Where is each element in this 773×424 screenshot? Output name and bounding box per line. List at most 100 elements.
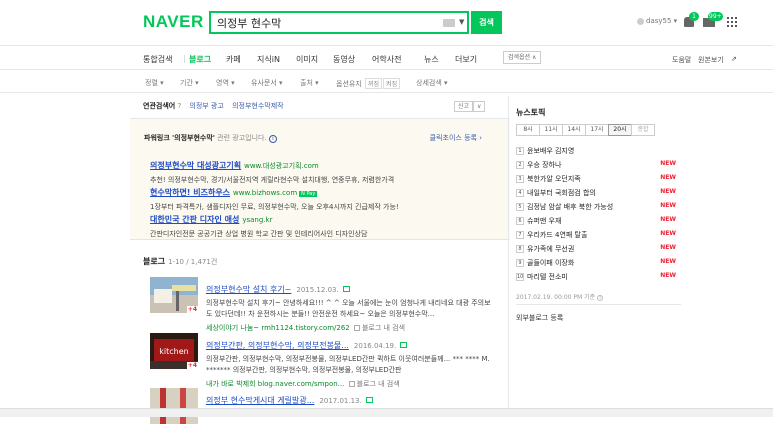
rank-item[interactable]: 10 마리텔 전소미 NEW: [516, 272, 676, 283]
post-meta: 세상이야기 나눔~ rmh1124.tistory.com/262 블로그 내 …: [206, 323, 496, 333]
checkbox-icon[interactable]: [348, 381, 355, 387]
npay-badge: N Pay: [299, 191, 318, 197]
image-count-badge: +4: [186, 306, 198, 313]
option-on[interactable]: 켜짐: [383, 78, 401, 89]
info-icon[interactable]: i: [597, 295, 604, 301]
external-link-icon[interactable]: [400, 342, 408, 348]
filter-period[interactable]: 기간 ▾: [180, 78, 199, 88]
checkbox-icon[interactable]: [353, 325, 360, 331]
rank-item[interactable]: 7 우리카드 4연패 탈출 NEW: [516, 230, 676, 241]
rank-item[interactable]: 1 윤보배우 김지영: [516, 146, 676, 157]
blog-inner-search[interactable]: 블로그 내 검색: [362, 324, 405, 332]
mail-icon[interactable]: 99+: [703, 12, 723, 27]
filter-source[interactable]: 출처 ▾: [300, 78, 319, 88]
option-off[interactable]: 꺼짐: [365, 78, 383, 89]
ad-item: 대한민국 간판 디자인 애성 ysang.kr 간판디자인전문 공공기관 상업 병…: [150, 207, 500, 239]
blog-url[interactable]: 내가 바로 박제희 blog.naver.com/smpon...: [206, 380, 344, 388]
ad-url[interactable]: ysang.kr: [242, 216, 272, 224]
search-box: ▼: [209, 11, 469, 34]
related-item[interactable]: 의정부 광고: [189, 102, 223, 110]
search-input[interactable]: [217, 15, 437, 31]
item-body: 의정부간판, 의정부현수막, 의정부전봉물... 2016.04.19. 의정부간…: [206, 333, 496, 389]
tab-cafe[interactable]: 카페: [226, 54, 241, 65]
original-view-link[interactable]: 원본보기: [698, 55, 724, 65]
rank-item[interactable]: 3 북한가알 오던지족 NEW: [516, 174, 676, 185]
tab-kin[interactable]: 지식iN: [257, 54, 280, 65]
ad-title[interactable]: 현수막하면! 비즈하우스: [150, 188, 230, 197]
blog-inner-search[interactable]: 블로그 내 검색: [357, 380, 400, 388]
option-keep[interactable]: 옵션유지 꺼짐 켜짐: [336, 78, 401, 89]
naver-logo[interactable]: NAVER: [143, 12, 204, 32]
filter-area[interactable]: 영역 ▾: [216, 78, 235, 88]
divider: [184, 55, 185, 63]
time-tab-selected[interactable]: 20시: [608, 124, 632, 136]
report-button[interactable]: 신고: [454, 101, 474, 112]
external-link-icon[interactable]: [365, 397, 373, 403]
tab-news[interactable]: 뉴스: [424, 54, 439, 65]
ad-url[interactable]: www.대성광고기획.com: [244, 162, 319, 170]
help-link[interactable]: 도움말: [672, 55, 691, 65]
post-date: 2016.04.19.: [353, 342, 397, 350]
apps-grid-icon[interactable]: [727, 17, 737, 27]
post-title[interactable]: 의정부현수막 설치 후기~: [206, 285, 291, 294]
related-heading: 연관검색어: [143, 102, 176, 110]
blog-url[interactable]: 세상이야기 나눔~ rmh1124.tistory.com/262: [206, 324, 350, 332]
tab-video[interactable]: 동영상: [333, 54, 355, 65]
rank-item[interactable]: 4 내일부터 국회점검 합의 NEW: [516, 188, 676, 199]
time-tab[interactable]: 11시: [539, 124, 563, 136]
divider: [508, 96, 509, 417]
time-tab[interactable]: 종합: [631, 124, 655, 136]
time-tab[interactable]: 8시: [516, 124, 540, 136]
news-topic-title: 뉴스토픽: [516, 108, 546, 117]
search-options-button[interactable]: 검색옵션 ∧: [503, 51, 542, 64]
ad-url[interactable]: www.bizhows.com: [233, 189, 297, 197]
post-description: 의정부간판, 의정부현수막, 의정부전봉물, 의정부LED간판 퀵하트 이웃여러…: [206, 355, 490, 374]
detail-search[interactable]: 상세검색 ▾: [416, 78, 448, 88]
tab-integrated[interactable]: 통합검색: [143, 54, 172, 65]
filter-similar[interactable]: 유사문서 ▾: [251, 78, 283, 88]
thumbnail[interactable]: [150, 388, 198, 424]
chevron-down-icon[interactable]: ▼: [459, 18, 464, 26]
keyboard-icon[interactable]: [443, 19, 455, 27]
tab-image[interactable]: 이미지: [296, 54, 318, 65]
thumbnail[interactable]: kitchen +4: [150, 333, 198, 369]
tab-dictionary[interactable]: 어학사전: [372, 54, 401, 65]
blog-section-heading: 블로그 1-10 / 1,471건: [143, 257, 218, 266]
clickchoice-register-link[interactable]: 클릭초이스 등록 ›: [430, 133, 482, 143]
post-date: 2015.12.03.: [296, 286, 339, 294]
search-button[interactable]: 검색: [471, 11, 502, 34]
external-blog-register-link[interactable]: 외부블로그 등록: [516, 313, 563, 323]
horizontal-scrollbar[interactable]: [0, 408, 773, 417]
related-searches: 연관검색어 ? 의정부 광고 의정부현수막제작 신고 ∨: [143, 101, 486, 113]
header: NAVER ▼ 검색 dasy55 ▾ 1 99+: [0, 0, 773, 44]
time-tab[interactable]: 17시: [585, 124, 609, 136]
mail-badge: 99+: [708, 12, 723, 21]
rank-item[interactable]: 9 골들이패 이장화 NEW: [516, 258, 676, 269]
help-icon[interactable]: ?: [177, 102, 181, 110]
info-icon[interactable]: i: [268, 135, 277, 143]
filter-sort[interactable]: 정렬 ▾: [145, 78, 164, 88]
tab-blog[interactable]: 블로그: [189, 54, 211, 65]
search-tabs: 통합검색 블로그 카페 지식iN 이미지 동영상 어학사전 뉴스 더보기 검색옵…: [0, 45, 773, 70]
rank-item[interactable]: 5 김정남 암살 배후 북한 가능성 NEW: [516, 202, 676, 213]
rank-item[interactable]: 6 슈퍼맨 우재 NEW: [516, 216, 676, 227]
expand-button[interactable]: ∨: [473, 101, 486, 112]
thumbnail[interactable]: +4: [150, 277, 198, 313]
post-title[interactable]: 의정부 현수막게시대 게릴발광...: [206, 396, 314, 405]
rank-item[interactable]: 8 유가족에 무선권 NEW: [516, 244, 676, 255]
ad-title[interactable]: 의정부현수막 대성광고기획: [150, 161, 241, 170]
powerlink-header: 파워링크 '의정부현수막' 관련 광고입니다. i: [144, 133, 277, 143]
filter-bar: 정렬 ▾ 기간 ▾ 영역 ▾ 유사문서 ▾ 출처 ▾ 옵션유지 꺼짐 켜짐 상세검…: [0, 71, 773, 93]
ad-title[interactable]: 대한민국 간판 디자인 애성: [150, 215, 239, 224]
notification-badge: 1: [689, 12, 699, 21]
bell-icon[interactable]: 1: [684, 12, 699, 27]
share-icon[interactable]: ⇗: [731, 55, 737, 63]
rank-item[interactable]: 2 우승 장하나 NEW: [516, 160, 676, 171]
tab-more[interactable]: 더보기: [455, 54, 477, 65]
post-title[interactable]: 의정부간판, 의정부현수막, 의정부전봉물...: [206, 341, 349, 350]
time-tab[interactable]: 14시: [562, 124, 586, 136]
user-menu[interactable]: dasy55 ▾: [637, 17, 677, 25]
external-link-icon[interactable]: [342, 286, 350, 292]
post-date: 2017.01.13.: [319, 397, 362, 405]
related-item[interactable]: 의정부현수막제작: [232, 102, 284, 110]
